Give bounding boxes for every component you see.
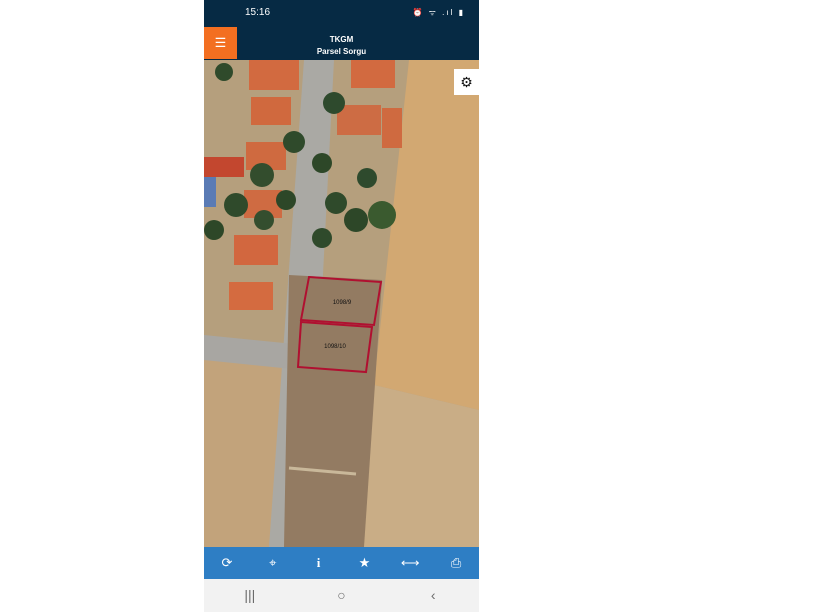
star-icon[interactable]: ★ xyxy=(341,547,387,579)
map-imagery: 1098/9 1098/10 xyxy=(204,60,479,547)
parcel-label: 1098/10 xyxy=(324,344,346,350)
app-header: TKGM Parsel Sorgu xyxy=(204,26,479,60)
home-icon[interactable]: ○ xyxy=(296,579,388,612)
back-icon[interactable]: ‹ xyxy=(387,579,479,612)
status-bar: 15:16 ⏰ ᯤ .ıl ▮ xyxy=(204,0,479,26)
app-subtitle: Parsel Sorgu xyxy=(316,47,367,56)
hamburger-menu-icon[interactable]: ☰ xyxy=(204,27,237,59)
gear-icon[interactable]: ⚙ xyxy=(454,69,479,95)
android-nav-bar: ||| ○ ‹ xyxy=(204,579,479,612)
satellite-map[interactable]: 1098/9 1098/10 xyxy=(204,60,479,547)
locate-icon[interactable]: ⌖ xyxy=(250,547,296,579)
app-title: TKGM xyxy=(329,35,354,44)
info-icon[interactable]: i xyxy=(296,547,342,579)
phone-screen: 15:16 ⏰ ᯤ .ıl ▮ TKGM Parsel Sorgu ☰ 1098… xyxy=(204,0,479,612)
recent-apps-icon[interactable]: ||| xyxy=(204,579,296,612)
bottom-toolbar: ⟳ ⌖ i ★ ⟷ ⎙ xyxy=(204,547,479,579)
print-icon[interactable]: ⎙ xyxy=(433,547,479,579)
status-time: 15:16 xyxy=(245,7,271,18)
status-icons: ⏰ ᯤ .ıl ▮ xyxy=(412,8,465,17)
refresh-icon[interactable]: ⟳ xyxy=(204,547,250,579)
parcel-label: 1098/9 xyxy=(333,300,352,306)
measure-icon[interactable]: ⟷ xyxy=(387,547,433,579)
